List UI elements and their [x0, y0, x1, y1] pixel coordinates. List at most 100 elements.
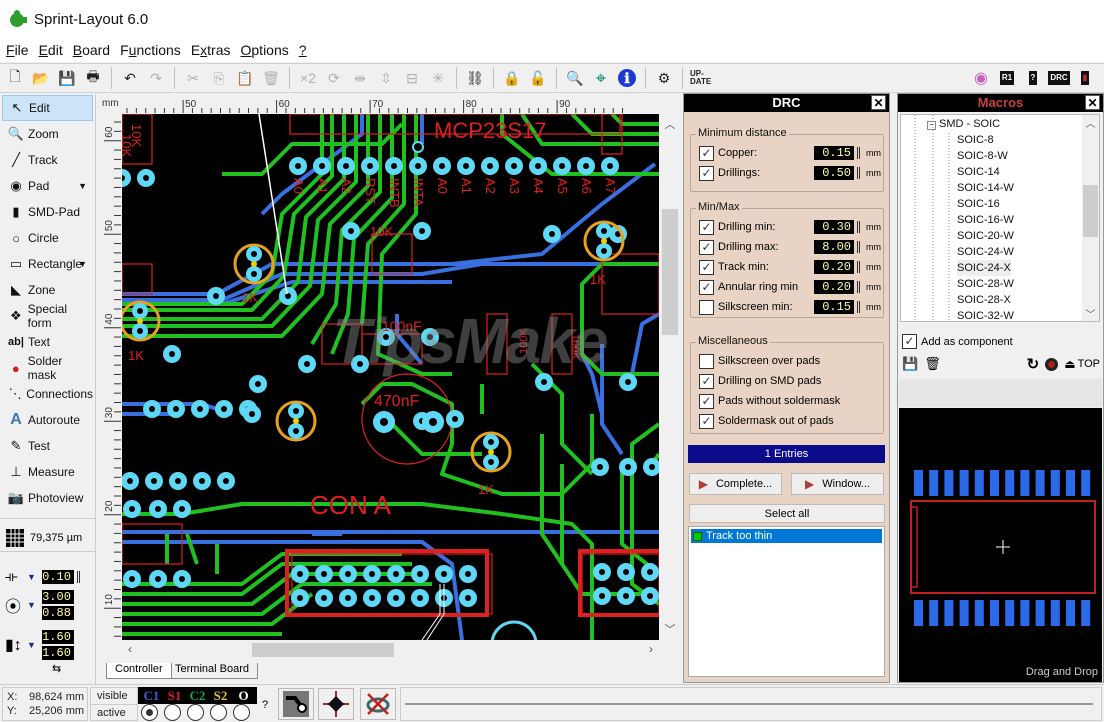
layer-c1-visibility[interactable]: C1 — [140, 688, 163, 704]
macro-item[interactable]: SOIC-28-X — [957, 292, 1011, 308]
macro-item[interactable]: SOIC-24-W — [957, 244, 1014, 260]
rule-checkbox[interactable]: ✓ — [699, 165, 714, 181]
rule-value-field[interactable]: 0.30 — [814, 220, 854, 234]
help-question-button[interactable]: ? — [1022, 67, 1044, 89]
tool-connections[interactable]: ⋱ Connections — [2, 381, 93, 407]
tool-rectangle[interactable]: ▭ Rectangle ▼ — [2, 251, 93, 277]
rule-checkbox[interactable]: ✓ — [699, 413, 714, 429]
delete-macro-icon[interactable]: 🗑 — [924, 356, 941, 372]
macros-close-button[interactable]: ✕ — [1085, 95, 1100, 110]
window-button[interactable]: ▶ Window... — [791, 473, 884, 495]
grid-setting[interactable]: 79,375 µm — [5, 528, 82, 548]
rule-checkbox[interactable] — [699, 353, 714, 369]
rule-value-field[interactable]: 8.00 — [814, 240, 854, 254]
swap-icon[interactable]: ⇆ — [52, 662, 61, 675]
vscroll-thumb[interactable] — [662, 209, 678, 335]
rule-checkbox[interactable]: ✓ — [699, 259, 714, 275]
tool-pad[interactable]: ◉ Pad ▼ — [2, 173, 93, 199]
macro-item[interactable]: SOIC-14 — [957, 164, 1000, 180]
macro-item[interactable]: SOIC-20-W — [957, 228, 1014, 244]
pad-size-dropdown[interactable]: ▼ — [27, 600, 36, 610]
smd-height-field[interactable]: 1.60 — [41, 646, 74, 660]
record-icon[interactable] — [1045, 357, 1059, 371]
layer-o-visibility[interactable]: O — [232, 688, 255, 704]
scroll-right-icon[interactable]: › — [649, 642, 653, 656]
rule-checkbox[interactable]: ✓ — [699, 239, 714, 255]
pad-inner-field[interactable]: 0.88 — [41, 606, 74, 620]
tool-test[interactable]: ✎ Test — [2, 433, 93, 459]
cut-button[interactable]: ✂ — [182, 67, 204, 89]
info-button[interactable]: ℹ — [616, 67, 638, 89]
tool-zone[interactable]: ◣ Zone — [2, 277, 93, 303]
layer-o-active-radio[interactable] — [233, 704, 250, 721]
macro-item[interactable]: SOIC-32-W — [957, 308, 1014, 321]
macro-item[interactable]: SOIC-16-W — [957, 212, 1014, 228]
rotate-macro-icon[interactable]: ↻ — [1027, 355, 1040, 373]
rule-value-spinner[interactable] — [857, 221, 860, 233]
save-button[interactable]: 💾 — [56, 67, 78, 89]
hscroll-thumb[interactable] — [252, 643, 394, 657]
rotate-button[interactable]: ⟳ — [323, 67, 345, 89]
lock-button[interactable]: 🔒 — [501, 67, 523, 89]
rule-checkbox[interactable]: ✓ — [699, 279, 714, 295]
macro-item[interactable]: SOIC-28-W — [957, 276, 1014, 292]
print-button[interactable]: 🖶 — [82, 67, 104, 89]
new-file-button[interactable]: 🗋 — [4, 67, 26, 89]
tool-zoom[interactable]: 🔍 Zoom — [2, 121, 93, 147]
layer-c2-active-radio[interactable] — [187, 704, 204, 721]
layer-c2-visibility[interactable]: C2 — [186, 688, 209, 704]
macro-item[interactable]: SOIC-16 — [957, 196, 1000, 212]
tree-group-smd-soic[interactable]: − SMD - SOIC — [927, 116, 1000, 132]
rule-checkbox[interactable]: ✓ — [699, 219, 714, 235]
copy-button[interactable]: ⎘ — [208, 67, 230, 89]
pcb-canvas[interactable]: MCP23S1710K10K10K1K1K1K1K1K100nF470nF100… — [122, 114, 659, 640]
rule-value-field[interactable]: 0.50 — [814, 166, 854, 180]
rule-value-spinner[interactable] — [857, 281, 860, 293]
layer-s1-active-radio[interactable] — [164, 704, 181, 721]
rule-checkbox[interactable]: ✓ — [699, 393, 714, 409]
track-mode-button[interactable] — [278, 688, 314, 720]
align-button[interactable]: ⊟ — [401, 67, 423, 89]
track-width-dropdown[interactable]: ▼ — [27, 572, 36, 582]
tool-autoroute[interactable]: A Autoroute — [2, 407, 93, 433]
complete-button[interactable]: ▶ Complete... — [689, 473, 782, 495]
macro-item[interactable]: SOIC-24-X — [957, 260, 1011, 276]
tool-text[interactable]: ab| Text — [2, 329, 93, 355]
rule-value-field[interactable]: 0.15 — [814, 146, 854, 160]
unlock-button[interactable]: 🔓 — [527, 67, 549, 89]
undo-button[interactable]: ↶ — [119, 67, 141, 89]
menu-board[interactable]: Board — [73, 42, 110, 58]
scroll-down-icon[interactable]: ﹀ — [659, 621, 681, 637]
vertical-scrollbar[interactable]: ︿ ﹀ — [659, 114, 681, 640]
tab-controller[interactable]: Controller — [106, 663, 172, 679]
mirror-vertical-button[interactable]: ⇳ — [375, 67, 397, 89]
drc-error-item[interactable]: Track too thin — [691, 529, 882, 543]
track-width-spinner[interactable] — [76, 570, 80, 583]
tab-terminal-board[interactable]: Terminal Board — [166, 663, 258, 679]
pad-outer-field[interactable]: 3.00 — [41, 590, 74, 604]
scroll-left-icon[interactable]: ‹ — [128, 642, 132, 656]
select-all-button[interactable]: Select all — [689, 504, 885, 523]
add-as-component-checkbox[interactable]: ✓ — [902, 334, 917, 349]
paste-button[interactable]: 📋 — [234, 67, 256, 89]
rule-checkbox[interactable]: ✓ — [699, 145, 714, 161]
menu-functions[interactable]: Functions — [120, 42, 181, 58]
explode-button[interactable]: ✳ — [427, 67, 449, 89]
add-as-component-option[interactable]: ✓ Add as component — [902, 334, 1013, 349]
macro-item[interactable]: SOIC-8-W — [957, 148, 1008, 164]
drc-close-button[interactable]: ✕ — [871, 95, 886, 110]
pad-highlight-button[interactable]: ◉ — [970, 67, 992, 89]
rule-value-field[interactable]: 0.20 — [814, 280, 854, 294]
macro-tree-scrollbar[interactable]: ︿ ﹀ — [1082, 115, 1099, 321]
scroll-up-icon[interactable]: ︿ — [1082, 115, 1099, 130]
tool-smd-pad[interactable]: ▮ SMD-Pad — [2, 199, 93, 225]
track-width-field[interactable]: 0.10 — [41, 569, 74, 584]
rule-value-spinner[interactable] — [857, 167, 860, 179]
menu-options[interactable]: Options — [241, 42, 289, 58]
scroll-up-icon[interactable]: ︿ — [659, 116, 681, 132]
tool-edit[interactable]: ↖ Edit — [2, 95, 93, 121]
delete-button[interactable]: 🗑 — [260, 67, 282, 89]
rule-value-spinner[interactable] — [857, 241, 860, 253]
macro-preview[interactable]: Drag and Drop — [899, 408, 1102, 682]
rule-checkbox[interactable]: ✓ — [699, 373, 714, 389]
